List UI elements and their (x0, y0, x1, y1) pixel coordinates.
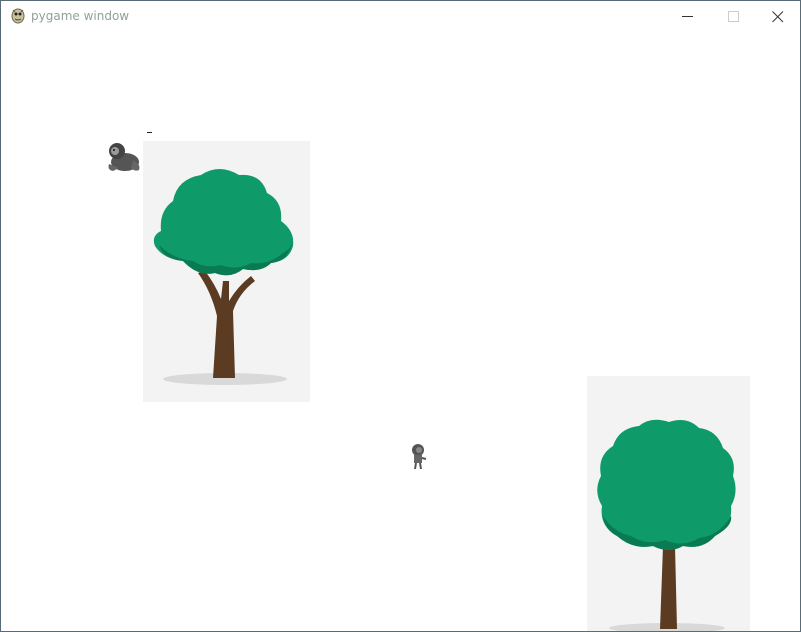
monkey-sprite (105, 140, 143, 174)
window-title: pygame window (31, 9, 130, 23)
pygame-window: pygame window (0, 0, 801, 632)
monkey-sprite-icon (108, 143, 140, 171)
close-icon (772, 11, 784, 23)
tree-sprite (587, 376, 750, 631)
small-dash-mark (147, 132, 152, 133)
maximize-button[interactable] (711, 1, 757, 32)
pygame-snake-icon (10, 7, 26, 25)
maximize-icon (728, 11, 739, 22)
player-sprite-icon (412, 444, 427, 470)
tree-icon (153, 169, 294, 385)
game-canvas[interactable] (1, 32, 800, 631)
tree-sprite (143, 141, 310, 402)
close-button[interactable] (755, 1, 800, 32)
title-bar[interactable]: pygame window (1, 1, 800, 32)
player-sprite (407, 442, 429, 470)
tree-icon (597, 419, 736, 631)
minimize-button[interactable] (665, 1, 711, 32)
minimize-icon (682, 16, 693, 17)
